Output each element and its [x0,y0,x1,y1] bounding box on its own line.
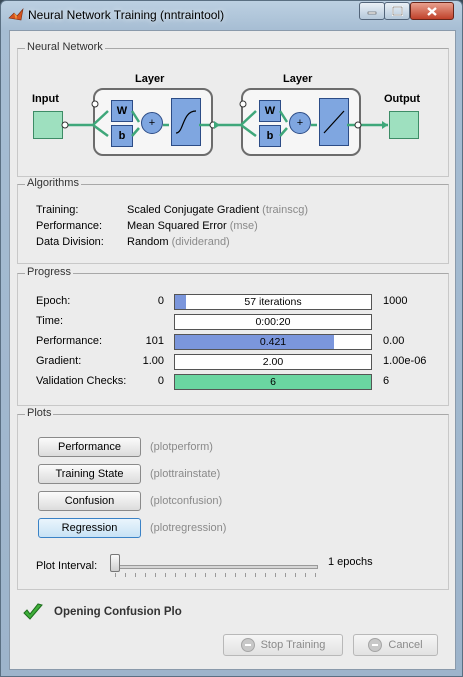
plots-panel: Plots Performance (plotperform) Training… [17,407,449,590]
cancel-button[interactable]: Cancel [353,634,438,656]
data-division-label: Data Division: [36,236,104,248]
slider-tick [215,573,216,577]
slider-tick [115,573,116,577]
window-title: Neural Network Training (nntraintool) [28,8,225,22]
minimize-icon [367,11,377,15]
title-bar[interactable]: Neural Network Training (nntraintool) [1,1,462,29]
slider-tick [225,573,226,577]
plot-interval-label: Plot Interval: [36,560,98,572]
plot-interval-track[interactable] [113,565,318,569]
close-button[interactable] [410,2,454,20]
close-icon [427,6,437,16]
gradient-label: Gradient: [36,355,82,367]
performance-value: Mean Squared Error (mse) [127,220,258,232]
plot-interval-value: 1 epochs [328,556,373,568]
progress-section-title: Progress [25,266,74,278]
epoch-progress-text: 57 iterations [244,296,302,308]
dialog-body: Neural Network Input Layer W b + Layer W… [9,30,456,670]
progress-panel: Progress Epoch: 0 57 iterations 1000 Time: 0:… [17,266,449,406]
slider-tick [315,573,316,577]
slider-tick [135,573,136,577]
slider-tick [145,573,146,577]
nntraintool-window: Neural Network Training (nntraintool) Ne… [0,0,463,677]
performance-start-value: 101 [145,335,164,347]
slider-tick [125,573,126,577]
performance-progress-text: 0.421 [259,336,287,348]
slider-tick [185,573,186,577]
regression-plot-button[interactable]: Regression [38,518,141,538]
performance-progress-bar: 0.421 [174,334,372,350]
training-state-plot-button[interactable]: Training State [38,464,141,484]
network-connections [61,100,388,138]
epoch-progress-bar: 57 iterations [174,294,372,310]
slider-tick [255,573,256,577]
slider-tick [285,573,286,577]
gradient-progress-text: 2.00 [262,356,284,368]
slider-tick [175,573,176,577]
time-label: Time: [36,315,64,327]
slider-tick [275,573,276,577]
performance-plot-button[interactable]: Performance [38,437,141,457]
data-division-value: Random (dividerand) [127,236,230,248]
performance-plot-fn: (plotperform) [150,441,213,453]
cancel-label: Cancel [388,639,423,651]
gradient-end-value: 1.00e-06 [383,355,427,367]
gradient-progress-bar: 2.00 [174,354,372,370]
slider-tick [245,573,246,577]
slider-tick [235,573,236,577]
maximize-button[interactable] [384,2,410,20]
stop-training-label: Stop Training [260,639,326,651]
performance-fn: (mse) [229,220,258,232]
neural-network-panel: Neural Network Input Layer W b + Layer W… [17,41,449,177]
algorithms-section-title: Algorithms [25,177,81,189]
minimize-button[interactable] [359,2,385,20]
plots-section-title: Plots [25,407,54,419]
stop-icon [240,638,255,652]
gradient-start-value: 1.00 [142,355,164,367]
training-fn: (trainscg) [262,204,308,216]
epoch-end-value: 1000 [383,295,408,307]
checkmark-icon [23,603,43,620]
validation-checks-end-value: 6 [383,375,390,387]
training-state-plot-fn: (plottrainstate) [150,468,221,480]
cancel-icon [368,638,383,652]
performance-end-value: 0.00 [383,335,405,347]
confusion-plot-button[interactable]: Confusion [38,491,141,511]
maximize-icon [391,6,403,16]
validation-checks-start-value: 0 [157,375,164,387]
slider-tick [265,573,266,577]
data-division-fn: (dividerand) [171,236,230,248]
slider-tick [295,573,296,577]
performance-label: Performance: [36,335,103,347]
slider-tick [195,573,196,577]
slider-tick [165,573,166,577]
confusion-plot-fn: (plotconfusion) [150,495,223,507]
time-progress-text: 0:00:20 [255,316,291,328]
validation-checks-progress-bar: 6 [174,374,372,390]
status-text: Opening Confusion Plo [54,606,182,618]
slider-tick [205,573,206,577]
training-value: Scaled Conjugate Gradient (trainscg) [127,204,308,216]
slider-tick [155,573,156,577]
slider-tick [305,573,306,577]
validation-checks-progress-text: 6 [270,376,276,388]
matlab-logo-icon [8,7,24,21]
algorithms-panel: Algorithms Training: Scaled Conjugate Gr… [17,177,449,264]
training-label: Training: [36,204,79,216]
epoch-label: Epoch: [36,295,71,307]
regression-plot-fn: (plotregression) [150,522,227,534]
epoch-start-value: 0 [157,295,164,307]
plot-interval-slider[interactable] [110,554,120,572]
stop-training-button[interactable]: Stop Training [223,634,343,656]
performance-label: Performance: [36,220,103,232]
time-progress-bar: 0:00:20 [174,314,372,330]
